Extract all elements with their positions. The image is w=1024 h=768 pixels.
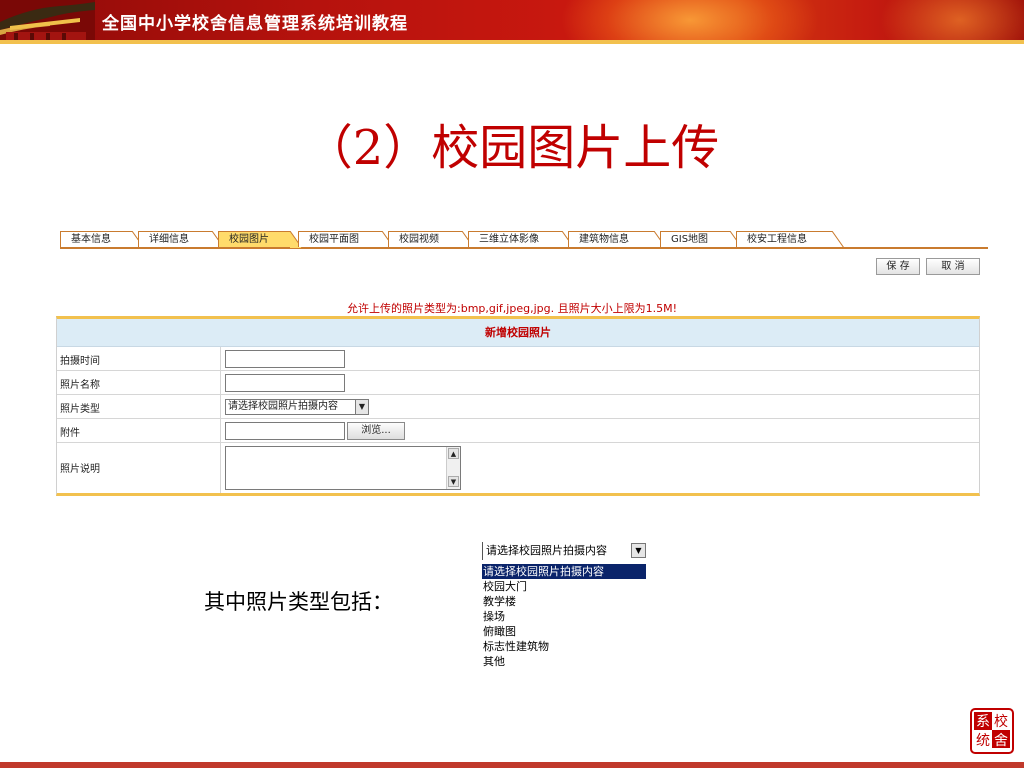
header-title: 全国中小学校舍信息管理系统培训教程	[102, 14, 408, 34]
browse-button[interactable]: 浏览...	[347, 422, 405, 440]
column-divider	[220, 443, 221, 493]
dropdown-options: 请选择校园照片拍摄内容 校园大门 教学楼 操场 俯瞰图 标志性建筑物 其他	[482, 564, 646, 669]
seal-logo: 系 校 统 舍	[970, 708, 1014, 754]
photo-description-textarea[interactable]: ▲ ▼	[225, 446, 461, 490]
cancel-button[interactable]: 取 消	[926, 258, 980, 275]
upload-notice: 允许上传的照片类型为:bmp,gif,jpeg,jpg. 且照片大小上限为1.5…	[347, 302, 677, 315]
dropdown-value: 请选择校园照片拍摄内容	[486, 544, 607, 557]
form-title: 新增校园照片	[57, 319, 979, 347]
header-banner: 全国中小学校舍信息管理系统培训教程	[0, 0, 1024, 44]
scroll-down-icon[interactable]: ▼	[448, 476, 459, 487]
tab-label: 建筑物信息	[579, 234, 629, 245]
select-value: 请选择校园照片拍摄内容	[228, 401, 338, 412]
tab-label: 校园图片	[229, 234, 269, 245]
svg-text:系: 系	[976, 714, 990, 730]
form-row-type: 照片类型 请选择校园照片拍摄内容 ▼	[57, 395, 979, 419]
tab-label: GIS地图	[671, 234, 709, 245]
shoot-time-input[interactable]	[225, 350, 345, 368]
column-divider	[220, 371, 221, 394]
form-row-name: 照片名称	[57, 371, 979, 395]
form-row-attachment: 附件 浏览...	[57, 419, 979, 443]
dropdown-option[interactable]: 请选择校园照片拍摄内容	[482, 564, 646, 579]
tab-baseline	[60, 247, 988, 249]
tab-building-info[interactable]: 建筑物信息	[568, 231, 666, 248]
photo-type-select[interactable]: 请选择校园照片拍摄内容 ▼	[225, 399, 369, 415]
tab-label: 三维立体影像	[479, 234, 539, 245]
tab-basic-info[interactable]: 基本信息	[60, 231, 144, 248]
dropdown-closed[interactable]: 请选择校园照片拍摄内容 ▼	[482, 542, 646, 560]
dropdown-option[interactable]: 标志性建筑物	[482, 639, 646, 654]
form-row-desc: 照片说明 ▲ ▼	[57, 443, 979, 493]
tab-campus-plan[interactable]: 校园平面图	[298, 231, 394, 248]
dropdown-option[interactable]: 操场	[482, 609, 646, 624]
svg-text:校: 校	[994, 713, 1008, 730]
tab-campus-video[interactable]: 校园视频	[388, 231, 474, 248]
bottom-bar	[0, 762, 1024, 768]
tab-label: 校安工程信息	[747, 234, 807, 245]
photo-name-input[interactable]	[225, 374, 345, 392]
photo-type-caption: 其中照片类型包括：	[204, 590, 393, 614]
tab-label: 校园平面图	[309, 234, 359, 245]
dropdown-option[interactable]: 俯瞰图	[482, 624, 646, 639]
new-photo-form: 新增校园照片 拍摄时间 照片名称 照片类型 请选择校园照片拍摄内容 ▼ 附件 浏…	[56, 316, 980, 496]
chevron-down-icon[interactable]: ▼	[355, 400, 368, 414]
attachment-file-input[interactable]	[225, 422, 345, 440]
photo-type-dropdown-demo: 请选择校园照片拍摄内容 ▼ 请选择校园照片拍摄内容 校园大门 教学楼 操场 俯瞰…	[482, 542, 646, 669]
slide: 全国中小学校舍信息管理系统培训教程 （2）校园图片上传 基本信息 详细信息 校园…	[0, 0, 1024, 768]
column-divider	[220, 395, 221, 418]
tab-slant	[832, 231, 844, 248]
field-label: 照片说明	[60, 464, 100, 475]
tab-label: 基本信息	[71, 234, 111, 245]
tab-3d-imagery[interactable]: 三维立体影像	[468, 231, 574, 248]
tab-campus-photos[interactable]: 校园图片	[218, 231, 302, 248]
column-divider	[220, 347, 221, 370]
textarea-scrollbar[interactable]: ▲ ▼	[446, 447, 460, 489]
dropdown-option[interactable]: 校园大门	[482, 579, 646, 594]
header-gold-line	[0, 40, 1024, 44]
field-label: 照片类型	[60, 404, 100, 415]
chevron-down-icon[interactable]: ▼	[631, 543, 646, 558]
field-label: 拍摄时间	[60, 356, 100, 367]
save-button[interactable]: 保 存	[876, 258, 920, 275]
tab-gis-map[interactable]: GIS地图	[660, 231, 742, 248]
field-label: 附件	[60, 428, 80, 439]
dropdown-option[interactable]: 其他	[482, 654, 646, 669]
scroll-up-icon[interactable]: ▲	[448, 448, 459, 459]
form-row-time: 拍摄时间	[57, 347, 979, 371]
tab-safety-project[interactable]: 校安工程信息	[736, 231, 844, 248]
tab-label: 校园视频	[399, 234, 439, 245]
banner-glow	[880, 0, 1024, 44]
dropdown-option[interactable]: 教学楼	[482, 594, 646, 609]
tab-bar: 基本信息 详细信息 校园图片 校园平面图 校园视频 三维立体影像 建筑物信息 G…	[60, 231, 988, 249]
tab-label: 详细信息	[149, 234, 189, 245]
slide-title: （2）校园图片上传	[304, 120, 720, 176]
banner-glow	[560, 0, 820, 44]
tiananmen-roof-icon	[0, 0, 95, 44]
field-label: 照片名称	[60, 380, 100, 391]
svg-text:舍: 舍	[994, 733, 1008, 749]
svg-text:统: 统	[976, 733, 990, 749]
tab-detail-info[interactable]: 详细信息	[138, 231, 224, 248]
column-divider	[220, 419, 221, 442]
